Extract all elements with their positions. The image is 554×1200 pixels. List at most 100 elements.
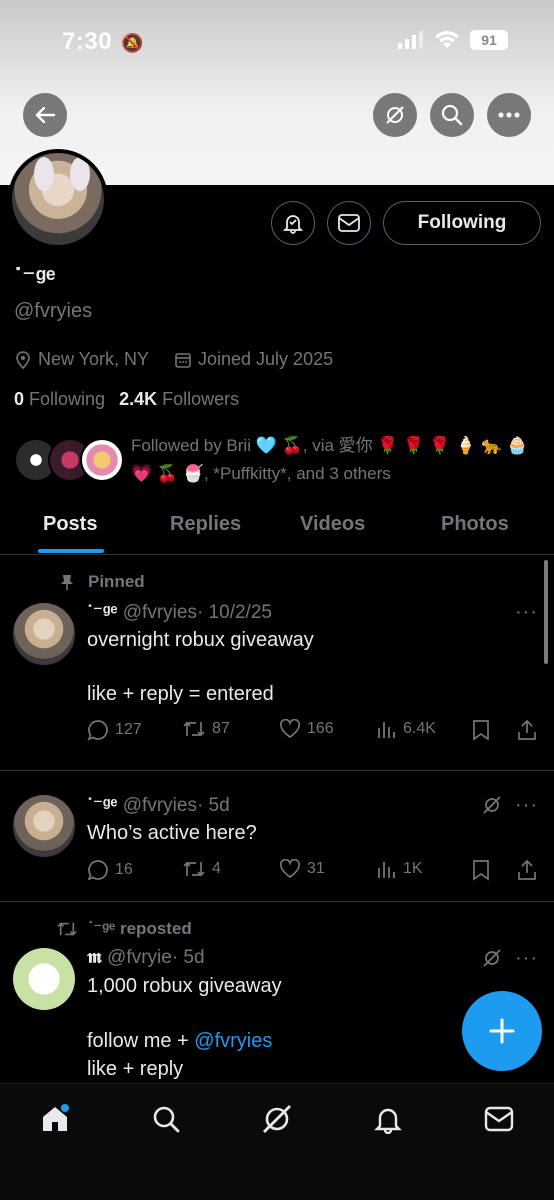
grok-icon[interactable] xyxy=(482,948,502,968)
tab-replies[interactable]: Replies xyxy=(170,513,241,536)
share-button[interactable] xyxy=(517,719,537,741)
post-text: like + reply xyxy=(87,1058,184,1080)
post-more-icon[interactable]: ··· xyxy=(515,794,538,817)
nav-home[interactable] xyxy=(38,1102,72,1136)
tab-photos[interactable]: Photos xyxy=(441,513,509,536)
tab-videos[interactable]: Videos xyxy=(300,513,365,536)
more-icon xyxy=(498,112,520,118)
reply-icon xyxy=(87,720,108,741)
bar-chart-icon xyxy=(378,722,395,738)
nav-messages[interactable] xyxy=(482,1102,516,1136)
active-tab-indicator xyxy=(38,549,104,553)
bookmark-button[interactable] xyxy=(472,859,490,881)
post-text: Who’s active here? xyxy=(87,822,257,844)
reply-button[interactable]: 16 xyxy=(87,859,133,881)
followed-by-avatars[interactable] xyxy=(14,436,124,486)
profile-tabs: Posts Replies Videos Photos xyxy=(0,505,554,555)
signal-icon xyxy=(398,31,423,49)
like-button[interactable]: 31 xyxy=(279,859,325,879)
share-icon xyxy=(518,719,536,740)
repost-icon xyxy=(57,922,77,936)
repost-icon xyxy=(183,721,205,737)
followed-by-text[interactable]: Followed by Brii 🩵 🍒, via 愛你 🌹 🌹 🌹 🍦 🐆 🧁… xyxy=(131,432,541,488)
nav-grok[interactable] xyxy=(260,1102,294,1136)
post-header: ᐝ⁻ᵍᵉ @fvryies· 10/2/25 xyxy=(87,602,272,623)
bottom-navigation xyxy=(0,1083,554,1200)
following-button[interactable]: Following xyxy=(383,201,541,245)
share-icon xyxy=(518,859,536,880)
calendar-icon xyxy=(175,352,191,368)
post-more-icon[interactable]: ··· xyxy=(515,947,538,970)
post-more-icon[interactable]: ··· xyxy=(515,601,538,624)
post-text: like + reply = entered xyxy=(87,683,274,705)
profile-joined: Joined July 2025 xyxy=(174,349,333,370)
avatar xyxy=(80,438,124,482)
heart-icon xyxy=(279,859,301,879)
repost-icon xyxy=(183,861,205,877)
more-button[interactable] xyxy=(487,93,531,137)
scrollbar[interactable] xyxy=(544,560,548,664)
bunny-ear xyxy=(34,157,54,191)
profile-location: New York, NY xyxy=(14,349,149,370)
like-button[interactable]: 166 xyxy=(279,719,334,739)
bookmark-icon xyxy=(473,860,489,881)
views-button[interactable]: 1K xyxy=(377,859,423,879)
post-actions: 16 4 31 1K xyxy=(87,859,542,885)
search-button[interactable] xyxy=(430,93,474,137)
message-button[interactable] xyxy=(327,201,371,245)
following-count[interactable]: 0 Following xyxy=(14,389,105,410)
post-header: ᐝ⁻ᵍᵉ @fvryies· 5d xyxy=(87,795,230,816)
heart-icon xyxy=(279,719,301,739)
reply-icon xyxy=(87,860,108,881)
post-header: 𝖒 @fvryie· 5d xyxy=(87,947,205,968)
battery-icon: 91 xyxy=(470,30,508,50)
reply-button[interactable]: 127 xyxy=(87,719,142,741)
envelope-icon xyxy=(484,1106,514,1132)
mention-link[interactable]: @fvryies xyxy=(194,1030,272,1052)
profile-handle: @fvryies xyxy=(14,300,93,322)
back-button[interactable] xyxy=(23,93,67,137)
wifi-icon xyxy=(435,31,459,48)
divider xyxy=(0,770,554,771)
bookmark-button[interactable] xyxy=(472,719,490,741)
status-time: 7:30 🔕 xyxy=(62,28,145,55)
profile-display-name: ᐝ⁻ᵍᵉ xyxy=(14,262,56,292)
post-avatar[interactable] xyxy=(13,795,75,857)
bell-check-icon xyxy=(282,215,304,234)
bar-chart-icon xyxy=(378,862,395,878)
tab-posts[interactable]: Posts xyxy=(43,513,97,536)
search-icon xyxy=(441,104,463,126)
grok-icon xyxy=(263,1105,291,1133)
grok-icon[interactable] xyxy=(482,795,502,815)
bell-icon xyxy=(374,1108,402,1134)
repost-label: ᐝ⁻ᵍᵉ reposted xyxy=(56,919,192,939)
status-indicators: 91 xyxy=(398,30,508,50)
notifications-button[interactable] xyxy=(271,201,315,245)
repost-button[interactable]: 87 xyxy=(182,719,230,739)
location-pin-icon xyxy=(16,350,30,369)
home-icon xyxy=(43,1104,69,1131)
views-button[interactable]: 6.4K xyxy=(377,719,436,739)
pin-icon xyxy=(61,575,73,590)
share-button[interactable] xyxy=(517,859,537,881)
nav-search[interactable] xyxy=(149,1102,183,1136)
grok-button[interactable] xyxy=(373,93,417,137)
bookmark-icon xyxy=(473,720,489,741)
search-icon xyxy=(153,1106,180,1133)
post-text: follow me + @fvryies xyxy=(87,1030,273,1052)
plus-icon xyxy=(489,1018,515,1044)
post-avatar[interactable] xyxy=(13,603,75,665)
profile-avatar[interactable] xyxy=(8,149,108,249)
arrow-left-icon xyxy=(35,106,56,124)
followers-count[interactable]: 2.4K Followers xyxy=(119,389,239,410)
post-actions: 127 87 166 6.4K xyxy=(87,719,542,745)
repost-button[interactable]: 4 xyxy=(182,859,221,879)
post-avatar[interactable] xyxy=(13,948,75,1010)
pinned-label: Pinned xyxy=(60,572,145,592)
compose-button[interactable] xyxy=(462,991,542,1071)
post-text: 1,000 robux giveaway xyxy=(87,975,282,997)
grok-icon xyxy=(386,106,404,124)
silent-mode-icon: 🔕 xyxy=(121,33,145,53)
nav-notifications[interactable] xyxy=(371,1102,405,1136)
divider xyxy=(0,901,554,902)
